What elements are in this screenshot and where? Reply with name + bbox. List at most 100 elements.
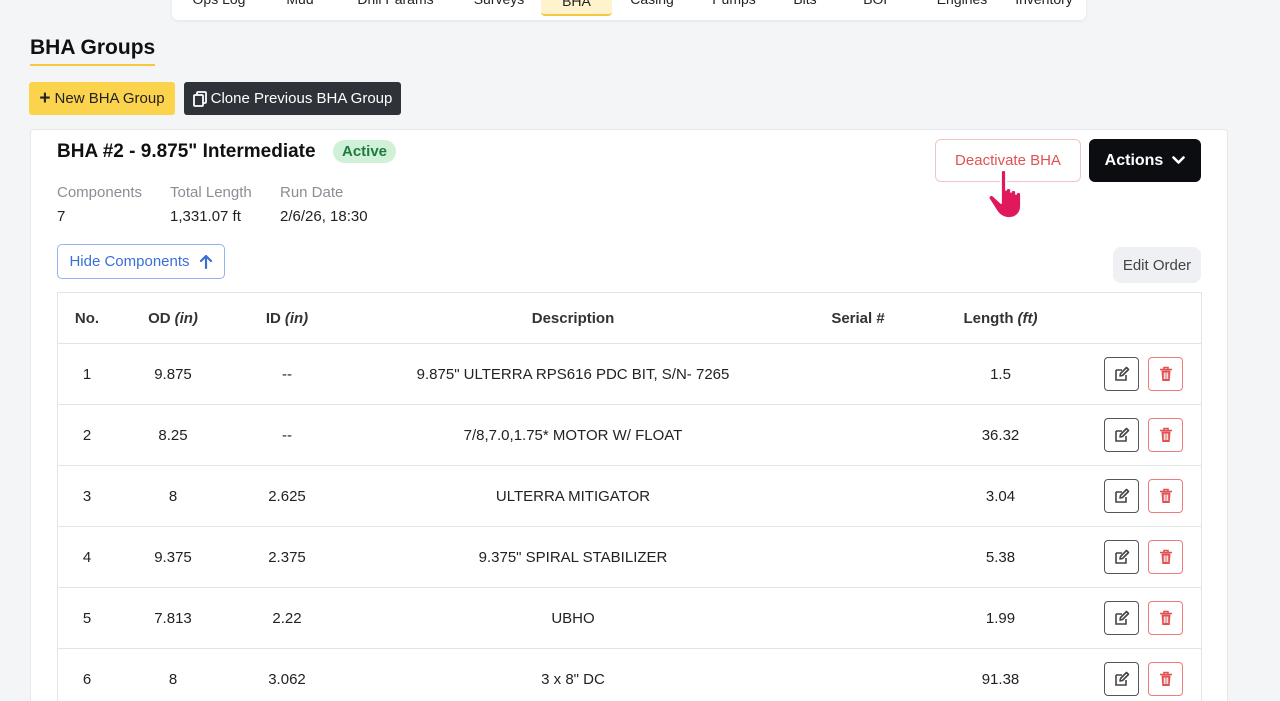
header-serial: Serial # xyxy=(831,309,885,327)
cell-no: 4 xyxy=(82,548,92,566)
status-badge: Active xyxy=(333,140,397,163)
cell-no: 2 xyxy=(82,426,92,444)
stat-total-length: Total Length 1,331.07 ft xyxy=(170,184,252,225)
tab-bits[interactable]: Bits xyxy=(776,0,834,14)
table-row: 4 9.375 2.375 9.375" SPIRAL STABILIZER 5.38 xyxy=(58,526,1201,587)
trash-icon xyxy=(1159,671,1173,687)
cell-od: 8.25 xyxy=(158,426,188,444)
cell-no: 3 xyxy=(82,487,92,505)
cell-serial xyxy=(808,405,908,465)
table-row: 1 9.875 -- 9.875" ULTERRA RPS616 PDC BIT, S… xyxy=(58,343,1201,404)
edit-component-button[interactable] xyxy=(1104,601,1139,635)
cell-id: 2.375 xyxy=(268,548,306,566)
new-bha-group-label: New BHA Group xyxy=(54,90,165,107)
trash-icon xyxy=(1159,549,1173,565)
edit-icon xyxy=(1114,488,1130,504)
tab-ops-log[interactable]: Ops Log xyxy=(172,0,266,14)
cell-length: 91.38 xyxy=(981,670,1020,688)
cell-description: UBHO xyxy=(551,609,595,627)
edit-component-button[interactable] xyxy=(1104,540,1139,574)
clone-bha-group-label: Clone Previous BHA Group xyxy=(210,90,393,107)
stat-length-value: 1,331.07 ft xyxy=(170,208,241,225)
cell-od: 7.813 xyxy=(154,609,192,627)
delete-component-button[interactable] xyxy=(1148,418,1183,452)
plus-icon: + xyxy=(39,88,51,109)
edit-icon xyxy=(1114,427,1130,443)
table-row: 2 8.25 -- 7/8,7.0,1.75* MOTOR W/ FLOAT 36.32 xyxy=(58,404,1201,465)
cell-description: 9.375" SPIRAL STABILIZER xyxy=(478,548,668,566)
cell-description: 3 x 8" DC xyxy=(541,670,605,688)
cell-length: 1.5 xyxy=(990,365,1011,383)
header-id: ID (in) xyxy=(265,309,309,327)
cell-id: 2.625 xyxy=(268,487,306,505)
cell-id: -- xyxy=(282,426,292,444)
arrow-up-icon xyxy=(199,254,212,269)
edit-icon xyxy=(1114,366,1130,382)
actions-dropdown-button[interactable]: Actions xyxy=(1089,139,1201,182)
cell-no: 5 xyxy=(82,609,92,627)
delete-component-button[interactable] xyxy=(1148,540,1183,574)
new-bha-group-button[interactable]: + New BHA Group xyxy=(29,82,175,115)
edit-component-button[interactable] xyxy=(1104,418,1139,452)
delete-component-button[interactable] xyxy=(1148,357,1183,391)
cell-serial xyxy=(808,527,908,587)
cell-od: 8 xyxy=(168,670,178,688)
components-table: No. OD (in) ID (in) Description Serial # L… xyxy=(57,292,1202,701)
tab-mud[interactable]: Mud xyxy=(266,0,334,14)
stat-components-value: 7 xyxy=(57,208,66,225)
table-row: 5 7.813 2.22 UBHO 1.99 xyxy=(58,587,1201,648)
actions-label: Actions xyxy=(1104,151,1164,169)
cell-no: 1 xyxy=(82,365,92,383)
cell-od: 9.375 xyxy=(154,548,192,566)
tab-bha[interactable]: BHA xyxy=(541,0,612,16)
cell-serial xyxy=(808,588,908,648)
cell-serial xyxy=(808,466,908,526)
cell-serial xyxy=(808,344,908,404)
header-length: Length (ft) xyxy=(963,309,1038,327)
cell-od: 8 xyxy=(168,487,178,505)
header-od: OD (in) xyxy=(148,309,198,327)
edit-component-button[interactable] xyxy=(1104,357,1139,391)
tab-casing[interactable]: Casing xyxy=(612,0,692,14)
cell-length: 36.32 xyxy=(981,426,1020,444)
delete-component-button[interactable] xyxy=(1148,662,1183,696)
cell-id: -- xyxy=(282,365,292,383)
edit-component-button[interactable] xyxy=(1104,662,1139,696)
stat-run-value: 2/6/26, 18:30 xyxy=(280,208,368,225)
hide-components-label: Hide Components xyxy=(69,253,190,270)
cell-length: 3.04 xyxy=(985,487,1016,505)
cell-serial xyxy=(808,649,908,701)
bha-title: BHA #2 - 9.875" Intermediate xyxy=(57,141,316,162)
pointer-hand-icon xyxy=(987,169,1022,219)
tab-engines[interactable]: Engines xyxy=(922,0,1002,14)
cell-description: 9.875" ULTERRA RPS616 PDC BIT, S/N- 7265 xyxy=(416,365,730,383)
trash-icon xyxy=(1159,488,1173,504)
header-no: No. xyxy=(74,309,100,327)
cell-no: 6 xyxy=(82,670,92,688)
edit-icon xyxy=(1114,610,1130,626)
tab-surveys[interactable]: Surveys xyxy=(457,0,541,14)
tab-pumps[interactable]: Pumps xyxy=(692,0,776,14)
edit-component-button[interactable] xyxy=(1104,479,1139,513)
cell-id: 3.062 xyxy=(268,670,306,688)
delete-component-button[interactable] xyxy=(1148,601,1183,635)
edit-icon xyxy=(1114,549,1130,565)
trash-icon xyxy=(1159,427,1173,443)
edit-icon xyxy=(1114,671,1130,687)
tab-drill-params[interactable]: Drill Params xyxy=(334,0,457,14)
tab-bop[interactable]: BOP xyxy=(834,0,922,14)
hide-components-button[interactable]: Hide Components xyxy=(57,244,225,279)
stat-run-label: Run Date xyxy=(280,184,344,201)
cell-description: ULTERRA MITIGATOR xyxy=(495,487,651,505)
edit-order-button[interactable]: Edit Order xyxy=(1113,247,1201,283)
table-row: 3 8 2.625 ULTERRA MITIGATOR 3.04 xyxy=(58,465,1201,526)
header-description: Description xyxy=(531,309,615,327)
delete-component-button[interactable] xyxy=(1148,479,1183,513)
stat-components-label: Components xyxy=(57,184,143,201)
clone-bha-group-button[interactable]: Clone Previous BHA Group xyxy=(184,82,401,115)
cell-length: 1.99 xyxy=(985,609,1016,627)
trash-icon xyxy=(1159,366,1173,382)
tab-inventory[interactable]: Inventory xyxy=(1002,0,1086,14)
page-title: BHA Groups xyxy=(30,36,156,66)
cell-length: 5.38 xyxy=(985,548,1016,566)
